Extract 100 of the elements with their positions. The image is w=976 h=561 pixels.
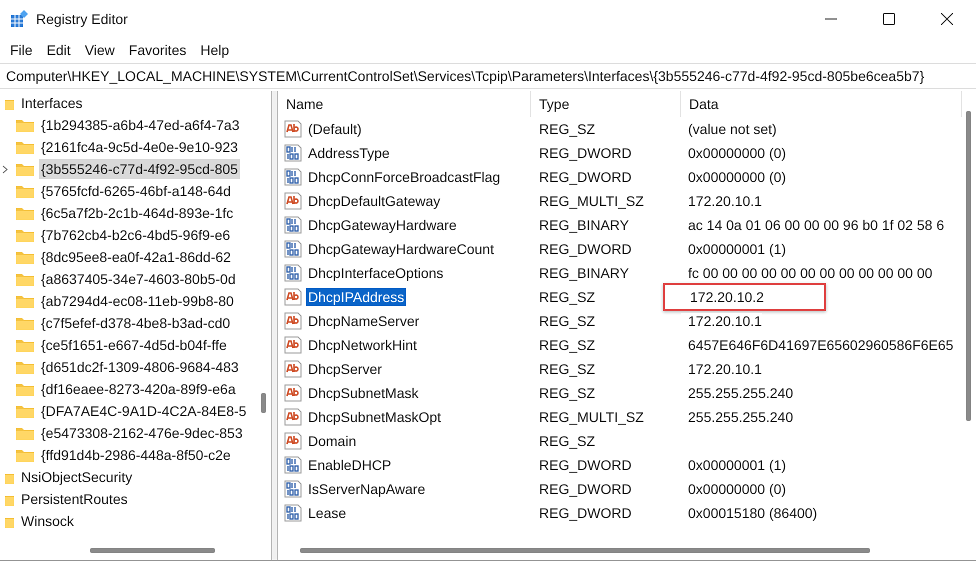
string-value-icon [284,312,302,330]
tree-item[interactable]: {3b555246-c77d-4f92-95cd-805 [39,159,240,179]
value-name[interactable]: EnableDHCP [306,456,394,474]
binary-value-icon [284,168,302,186]
value-name[interactable]: DhcpGatewayHardwareCount [306,240,496,258]
value-name[interactable]: Lease [306,504,348,522]
table-cell-text: REG_DWORD [538,505,633,521]
table-cell-text: REG_DWORD [538,241,633,257]
value-name[interactable]: DhcpConnForceBroadcastFlag [306,168,502,186]
folder-icon [15,205,35,221]
column-header[interactable]: Type [531,91,681,117]
tree-item[interactable]: {7b762cb4-b2c6-4bd5-96f9-e6 [39,225,232,245]
folder-icon [15,183,35,199]
tree-item[interactable]: NsiObjectSecurity [19,467,134,487]
table-cell-text: REG_SZ [538,433,596,449]
tree-item[interactable]: {DFA7AE4C-9A1D-4C2A-84E8-5 [39,401,248,421]
folder-icon [15,359,35,375]
highlighted-cell: 172.20.10.2 [663,283,826,311]
string-value-icon [284,120,302,138]
minimize-icon [825,18,837,20]
column-header[interactable]: Name [278,91,531,117]
folder-icon [15,315,35,331]
menu-item[interactable]: File [3,40,40,60]
value-name[interactable]: DhcpNameServer [306,312,422,330]
window-title: Registry Editor [36,11,129,27]
string-value-icon [284,360,302,378]
table-cell-text: REG_DWORD [538,481,633,497]
chevron-icon[interactable] [2,164,8,174]
table-cell-text: REG_SZ [538,313,596,329]
string-value-icon [284,432,302,450]
folder-icon [15,227,35,243]
binary-value-icon [284,504,302,522]
folder-icon [15,271,35,287]
folder-icon [15,447,35,463]
folder-icon [15,381,35,397]
value-name[interactable]: DhcpInterfaceOptions [306,264,446,282]
value-name[interactable]: Domain [306,432,358,450]
table-cell-text: REG_DWORD [538,145,633,161]
folder-icon [15,337,35,353]
table-cell-text: REG_DWORD [538,457,633,473]
tree-item[interactable]: {8dc95ee8-ea0f-42a1-86dd-62 [39,247,233,267]
table-cell-text: REG_BINARY [538,217,630,233]
value-name[interactable]: (Default) [306,120,364,138]
folder-icon [15,403,35,419]
tree-item[interactable]: {6c5a7f2b-2c1b-464d-893e-1fc [39,203,236,223]
folder-icon [15,293,35,309]
tree-item[interactable]: {d651dc2f-1309-4806-9684-483 [39,357,241,377]
binary-value-icon [284,456,302,474]
folder-icon [15,117,35,133]
menu-item[interactable]: Favorites [122,40,194,60]
string-value-icon [284,288,302,306]
tree-item[interactable]: {5765fcfd-6265-46bf-a148-64d [39,181,233,201]
table-cell-text: REG_SZ [538,337,596,353]
folder-icon [15,249,35,265]
table-cell-text: REG_SZ [538,289,596,305]
table-cell-text: REG_SZ [538,361,596,377]
tree-item[interactable]: {2161fc4a-9c5d-4e0e-9e10-923 [39,137,240,157]
app-icon [10,10,28,28]
folder-icon [15,161,35,177]
tree-item[interactable]: {1b294385-a6b4-47ed-a6f4-7a3 [39,115,242,135]
tree-item[interactable]: {e5473308-2162-476e-9dec-853 [39,423,245,443]
tree-item[interactable]: Interfaces [19,93,84,113]
tree-item[interactable]: PersistentRoutes [19,489,130,509]
value-name[interactable]: DhcpSubnetMaskOpt [306,408,444,426]
value-name[interactable]: DhcpGatewayHardware [306,216,459,234]
folder-icon [15,425,35,441]
tree-item[interactable]: {ce5f1651-e667-4d5d-b04f-ffe [39,335,229,355]
tree-item[interactable]: {ffd91d4b-2986-448a-8f50-c2e [39,445,233,465]
tree-item[interactable]: {a8637405-34e7-4603-80b5-0d [39,269,238,289]
string-value-icon [284,384,302,402]
value-name[interactable]: DhcpIPAddress [306,288,406,306]
close-icon [941,13,953,25]
binary-value-icon [284,144,302,162]
table-cell-text: REG_DWORD [538,169,633,185]
menu-item[interactable]: View [78,40,122,60]
string-value-icon [284,192,302,210]
value-name[interactable]: DhcpServer [306,360,384,378]
table-cell-text: REG_MULTI_SZ [538,193,645,209]
string-value-icon [284,336,302,354]
table-cell-text: REG_MULTI_SZ [538,409,645,425]
value-name[interactable]: DhcpSubnetMask [306,384,421,402]
binary-value-icon [284,480,302,498]
menu-item[interactable]: Edit [40,40,78,60]
address-bar[interactable]: Computer\HKEY_LOCAL_MACHINE\SYSTEM\CurrentControlSet\Services\Tcpip\Parameters\Interfaces\{3b555246-c77d-4f92-95cd-805be6cea5b7} [0,63,976,89]
value-name[interactable]: AddressType [306,144,392,162]
string-value-icon [284,408,302,426]
binary-value-icon [284,240,302,258]
value-name[interactable]: DhcpNetworkHint [306,336,419,354]
folder-icon [15,139,35,155]
table-cell-text: REG_BINARY [538,265,630,281]
tree-item[interactable]: {ab7294d4-ec08-11eb-99b8-80 [39,291,236,311]
menu-item[interactable]: Help [193,40,236,60]
value-name[interactable]: IsServerNapAware [306,480,428,498]
tree-item[interactable]: {c7f5efef-d378-4be8-b3ad-cd0 [39,313,232,333]
table-cell-text: REG_SZ [538,121,596,137]
value-name[interactable]: DhcpDefaultGateway [306,192,442,210]
tree-item[interactable]: Winsock [19,511,76,531]
table-cell-text: REG_SZ [538,385,596,401]
binary-value-icon [284,264,302,282]
tree-item[interactable]: {df16eaee-8273-420a-89f9-e6a [39,379,238,399]
